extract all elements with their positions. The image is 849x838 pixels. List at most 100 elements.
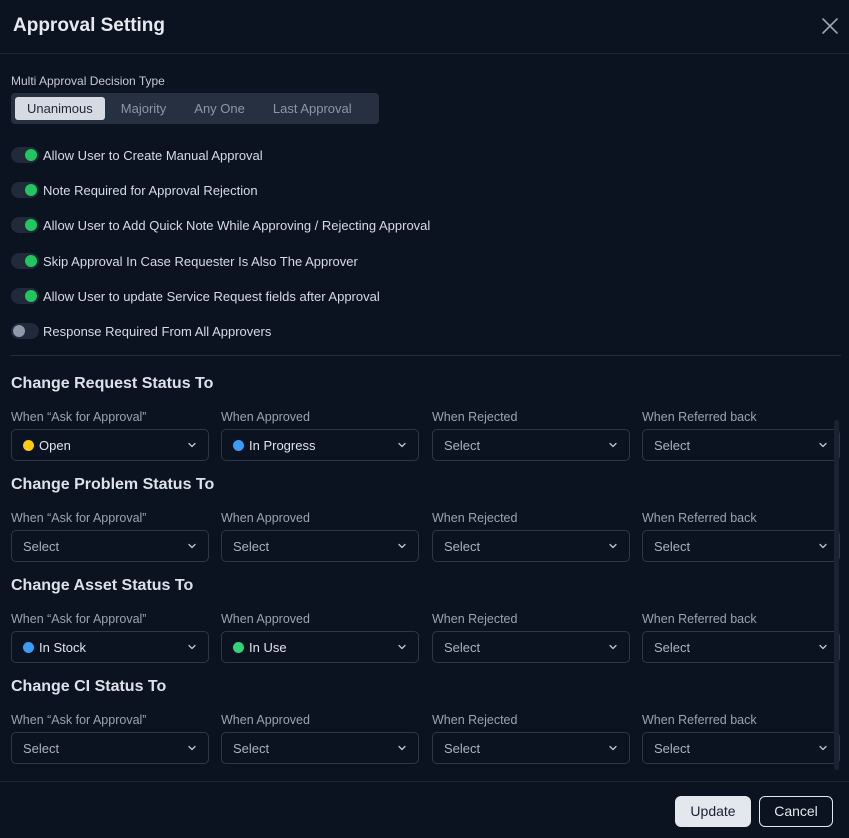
chevron-down-icon: [819, 745, 827, 751]
chevron-down-icon: [819, 543, 827, 549]
toggle-row[interactable]: Allow User to Add Quick Note While Appro…: [11, 215, 430, 235]
column-label: When “Ask for Approval”: [11, 612, 147, 626]
toggle-row[interactable]: Allow User to update Service Request fie…: [11, 286, 380, 306]
select-value: Select: [444, 539, 608, 554]
select-value-text: Select: [233, 538, 270, 554]
toggle-switch[interactable]: [11, 253, 39, 269]
status-select[interactable]: Select: [432, 631, 630, 663]
chevron-down-icon: [609, 543, 617, 549]
decision-option-majority[interactable]: Majority: [109, 97, 179, 120]
status-select[interactable]: Select: [432, 732, 630, 764]
chevron-down-icon: [819, 442, 827, 448]
section-divider: [11, 355, 841, 356]
select-value-text: Select: [23, 538, 60, 554]
chevron-down-icon: [819, 644, 827, 650]
column-label: When “Ask for Approval”: [11, 713, 147, 727]
toggle-knob: [25, 219, 37, 231]
select-value: Select: [654, 539, 818, 554]
column-label: When Rejected: [432, 511, 518, 525]
toggle-switch[interactable]: [11, 217, 39, 233]
column-label: When Rejected: [432, 612, 518, 626]
scrollbar[interactable]: [834, 420, 839, 770]
status-select[interactable]: Select: [11, 530, 209, 562]
chevron-down-icon: [609, 745, 617, 751]
select-value: In Use: [233, 640, 397, 655]
footer-divider: [0, 781, 849, 782]
chevron-down-icon: [188, 644, 196, 650]
update-button[interactable]: Update: [675, 796, 751, 827]
status-select[interactable]: Select: [221, 530, 419, 562]
toggle-knob: [25, 255, 37, 267]
status-select[interactable]: Select: [642, 530, 840, 562]
toggle-switch[interactable]: [11, 288, 39, 304]
decision-option-unanimous[interactable]: Unanimous: [15, 97, 105, 120]
column-label: When “Ask for Approval”: [11, 511, 147, 525]
column-label: When Approved: [221, 410, 310, 424]
status-select[interactable]: Select: [642, 429, 840, 461]
select-value: Select: [444, 640, 608, 655]
status-select[interactable]: Select: [221, 732, 419, 764]
status-select[interactable]: In Stock: [11, 631, 209, 663]
select-value-text: In Progress: [249, 437, 316, 453]
chevron-down-icon: [188, 442, 196, 448]
toggle-row[interactable]: Skip Approval In Case Requester Is Also …: [11, 251, 358, 271]
column-label: When Approved: [221, 511, 310, 525]
toggle-row[interactable]: Response Required From All Approvers: [11, 321, 271, 341]
toggle-row[interactable]: Note Required for Approval Rejection: [11, 180, 258, 200]
status-select[interactable]: In Use: [221, 631, 419, 663]
select-value-text: Select: [444, 639, 481, 655]
status-dot: [233, 641, 244, 653]
chevron-down-icon: [188, 543, 196, 549]
status-select[interactable]: Select: [642, 732, 840, 764]
select-value: Select: [233, 539, 397, 554]
toggle-label: Response Required From All Approvers: [43, 323, 272, 339]
chevron-down-icon: [398, 543, 406, 549]
status-group-title: Change CI Status To: [11, 678, 167, 695]
decision-option-last-approval[interactable]: Last Approval: [261, 97, 364, 120]
dialog-header: Approval Setting: [0, 0, 849, 54]
close-icon: [822, 18, 838, 34]
toggle-knob: [25, 290, 37, 302]
column-label: When Rejected: [432, 713, 518, 727]
status-group-title: Change Problem Status To: [11, 476, 215, 493]
toggle-switch[interactable]: [11, 182, 39, 198]
toggle-label: Allow User to Add Quick Note While Appro…: [43, 217, 431, 233]
column-label: When Approved: [221, 713, 310, 727]
toggle-label: Note Required for Approval Rejection: [43, 182, 258, 198]
select-value: Select: [444, 438, 608, 453]
toggle-label: Skip Approval In Case Requester Is Also …: [43, 253, 358, 269]
chevron-down-icon: [398, 644, 406, 650]
chevron-down-icon: [398, 442, 406, 448]
status-select[interactable]: Select: [432, 429, 630, 461]
select-value-text: Select: [444, 538, 481, 554]
select-value: Select: [23, 539, 187, 554]
select-value: Select: [444, 741, 608, 756]
select-value: In Progress: [233, 438, 397, 453]
status-select[interactable]: Select: [642, 631, 840, 663]
status-select[interactable]: Select: [11, 732, 209, 764]
close-button[interactable]: [820, 16, 840, 36]
select-value: Select: [654, 640, 818, 655]
toggle-knob: [13, 325, 25, 337]
column-label: When “Ask for Approval”: [11, 410, 147, 424]
select-value-text: Select: [444, 740, 481, 756]
toggle-row[interactable]: Allow User to Create Manual Approval: [11, 145, 263, 165]
decision-type-selector: Unanimous Majority Any One Last Approval: [11, 93, 379, 124]
select-value: Select: [654, 438, 818, 453]
column-label: When Approved: [221, 612, 310, 626]
status-select[interactable]: Select: [432, 530, 630, 562]
toggle-label: Allow User to update Service Request fie…: [43, 288, 380, 304]
select-value-text: In Use: [249, 639, 287, 655]
toggle-switch[interactable]: [11, 147, 39, 163]
status-select[interactable]: In Progress: [221, 429, 419, 461]
select-value-text: In Stock: [39, 639, 86, 655]
toggle-knob: [25, 184, 37, 196]
toggle-switch[interactable]: [11, 323, 39, 339]
column-label: When Rejected: [432, 410, 518, 424]
decision-option-any-one[interactable]: Any One: [182, 97, 257, 120]
status-dot: [23, 641, 34, 653]
cancel-button[interactable]: Cancel: [759, 796, 833, 827]
status-select[interactable]: Open: [11, 429, 209, 461]
select-value-text: Select: [654, 538, 691, 554]
select-value-text: Select: [654, 740, 691, 756]
